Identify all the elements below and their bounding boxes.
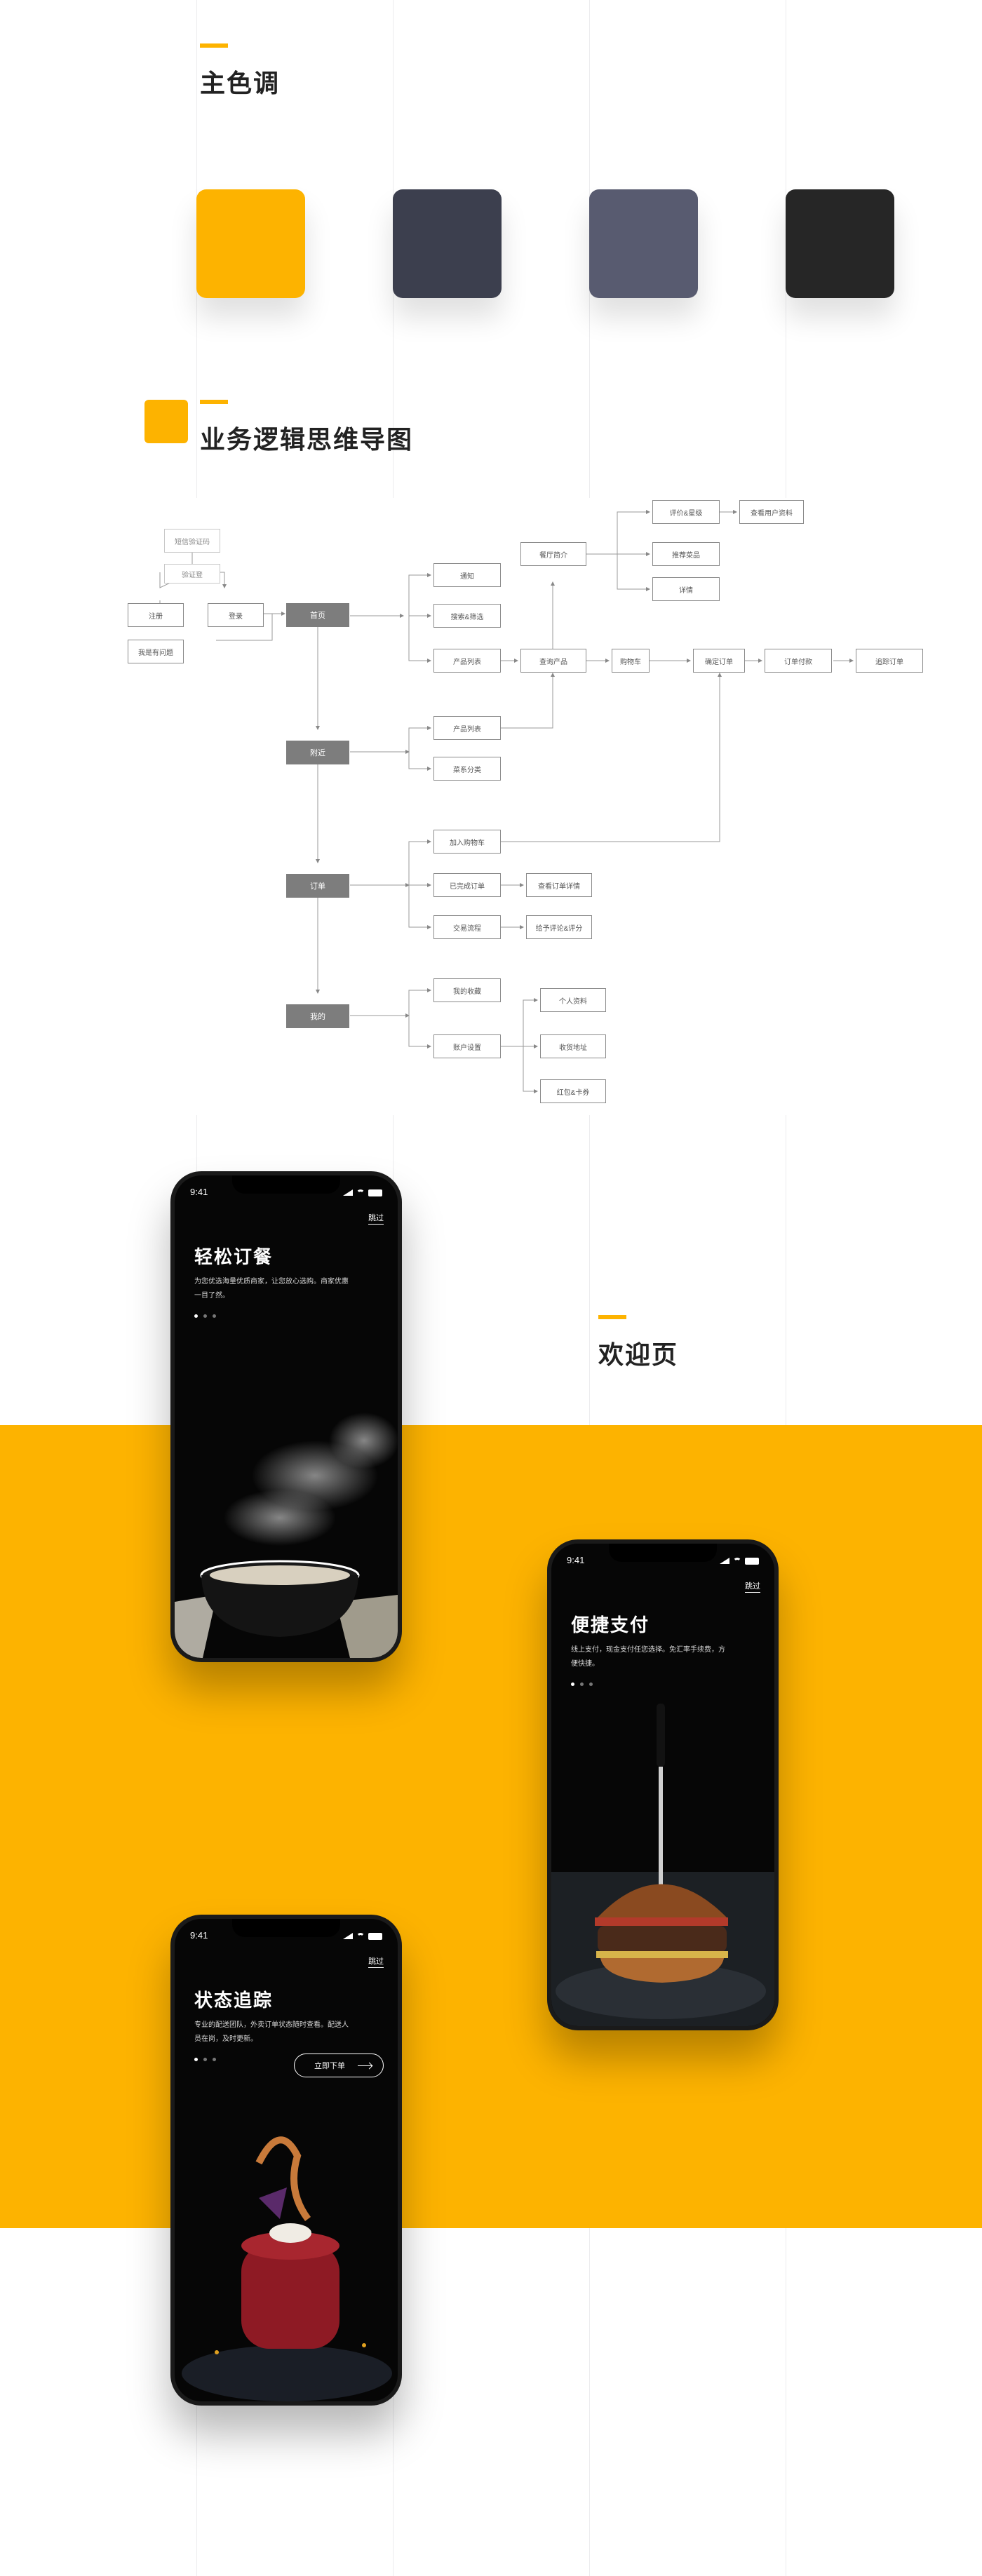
phone-screen: 9:41 跳过 轻松订餐 为您优选海量优质商家，让您放心选购。商家优惠一目了然。 (175, 1175, 398, 1658)
node-cart: 购物车 (612, 649, 650, 673)
main-colors-title: 主色调 (200, 69, 281, 97)
node-nearby: 附近 (286, 741, 349, 764)
node-login: 登录 (208, 603, 264, 627)
onboarding-description: 为您优选海量优质商家，让您放心选购。商家优惠一目了然。 (194, 1278, 349, 1300)
pager-dots[interactable] (571, 1683, 593, 1686)
color-swatch-black (786, 189, 894, 298)
phone-notch (609, 1544, 717, 1562)
pager-dots[interactable] (194, 1314, 216, 1318)
node-review: 评价&星级 (652, 500, 720, 524)
battery-icon (368, 1189, 382, 1196)
color-swatch-yellow (196, 189, 305, 298)
battery-icon (745, 1557, 759, 1565)
node-pay-order: 订单付款 (765, 649, 832, 673)
node-register: 验证登 (164, 564, 220, 584)
phone-screen: 9:41 跳过 便捷支付 线上支付，现金支付任您选择。免汇率手续费，方便快捷。 (551, 1544, 774, 2026)
node-track-order: 追踪订单 (856, 649, 923, 673)
onboarding-description: 线上支付，现金支付任您选择。免汇率手续费，方便快捷。 (571, 1646, 725, 1668)
node-search: 搜索&筛选 (433, 604, 501, 628)
node-forgot: 我是有问题 (128, 640, 184, 663)
phone-notch (232, 1919, 340, 1937)
node-my-fav: 我的收藏 (433, 978, 501, 1002)
skip-button[interactable]: 跳过 (745, 1580, 760, 1593)
skip-button[interactable]: 跳过 (368, 1212, 384, 1225)
node-confirm-order: 确定订单 (693, 649, 745, 673)
mindmap-accent-square (144, 400, 188, 443)
signal-icon (343, 1189, 353, 1196)
arrow-right-icon (358, 2065, 372, 2066)
status-time: 9:41 (190, 1187, 208, 1197)
node-view-order: 查看订单详情 (526, 873, 592, 897)
node-done-orders: 已完成订单 (433, 873, 501, 897)
node-mine: 我的 (286, 1004, 349, 1028)
accent-bar (598, 1315, 626, 1319)
node-rate: 给予评论&评分 (526, 915, 592, 939)
wifi-icon (356, 1933, 365, 1941)
node-account: 账户设置 (433, 1034, 501, 1058)
node-recommend: 推荐菜品 (652, 542, 720, 566)
welcome-yellow-band (0, 1425, 982, 2228)
status-icons (343, 1931, 382, 1941)
node-add-cart: 加入购物车 (433, 830, 501, 854)
node-restaurant: 餐厅简介 (520, 542, 586, 566)
node-home: 首页 (286, 603, 349, 627)
phone-welcome-1: 9:41 跳过 轻松订餐 为您优选海量优质商家，让您放心选购。商家优惠一目了然。 (170, 1171, 402, 1662)
status-icons (343, 1187, 382, 1198)
node-detail: 详情 (652, 577, 720, 601)
phone-screen: 9:41 跳过 状态追踪 专业的配送团队，外卖订单状态随时查看。配送人员在岗，及… (175, 1919, 398, 2401)
wifi-icon (356, 1189, 365, 1198)
welcome-title: 欢迎页 (598, 1340, 679, 1369)
phone-welcome-3: 9:41 跳过 状态追踪 专业的配送团队，外卖订单状态随时查看。配送人员在岗，及… (170, 1915, 402, 2406)
signal-icon (343, 1933, 353, 1939)
node-category: 菜系分类 (433, 757, 501, 781)
node-product-list: 产品列表 (433, 649, 501, 673)
battery-icon (368, 1932, 382, 1940)
order-now-label: 立即下单 (314, 2062, 345, 2070)
onboarding-title: 轻松订餐 (194, 1246, 274, 1267)
node-nearby-list: 产品列表 (433, 716, 501, 740)
node-profile: 个人资料 (540, 988, 606, 1012)
phone-notch (232, 1175, 340, 1194)
status-icons (720, 1556, 759, 1566)
onboarding-description: 专业的配送团队，外卖订单状态随时查看。配送人员在岗，及时更新。 (194, 2021, 349, 2043)
burger-image (551, 1704, 774, 2026)
color-swatch-gray-blue (589, 189, 698, 298)
color-swatch-slate (393, 189, 502, 298)
status-time: 9:41 (190, 1930, 208, 1941)
pager-dots[interactable] (194, 2058, 216, 2061)
skip-button[interactable]: 跳过 (368, 1955, 384, 1968)
mindmap-diagram: 短信验证码 验证登 注册 登录 我是有问题 首页 附近 订单 我的 通知 搜索&… (0, 498, 982, 1115)
mindmap-connectors (154, 510, 854, 1093)
node-login-phone: 短信验证码 (164, 529, 220, 553)
node-product-detail: 查询产品 (520, 649, 586, 673)
signal-icon (720, 1558, 729, 1564)
node-view-profile: 查看用户资料 (739, 500, 804, 524)
node-orders: 订单 (286, 874, 349, 898)
accent-bar (200, 43, 228, 48)
accent-bar (200, 400, 228, 404)
node-address: 收货地址 (540, 1034, 606, 1058)
node-card: 红包&卡券 (540, 1079, 606, 1103)
mindmap-title: 业务逻辑思维导图 (200, 425, 414, 454)
red-velvet-cake-image (182, 2136, 392, 2401)
phone-welcome-2: 9:41 跳过 便捷支付 线上支付，现金支付任您选择。免汇率手续费，方便快捷。 (547, 1539, 779, 2030)
status-time: 9:41 (567, 1555, 585, 1565)
wifi-icon (733, 1558, 741, 1566)
node-signup: 注册 (128, 603, 184, 627)
onboarding-title: 便捷支付 (571, 1614, 650, 1636)
node-trading: 交易流程 (433, 915, 501, 939)
onboarding-title: 状态追踪 (194, 1990, 274, 2011)
order-now-button[interactable]: 立即下单 (294, 2054, 384, 2077)
node-notify: 通知 (433, 563, 501, 587)
rice-bowl-image (175, 1412, 398, 1658)
